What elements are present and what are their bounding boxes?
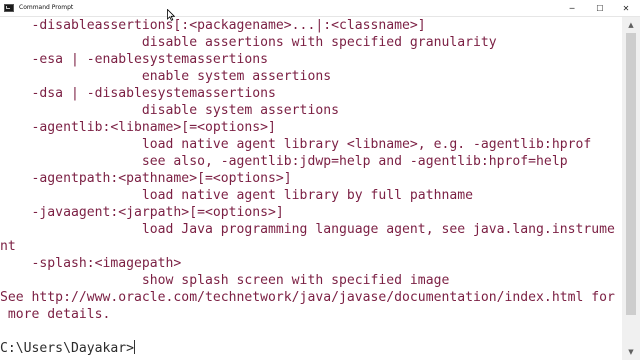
console-line: show splash screen with specified image <box>0 273 450 288</box>
scroll-down-arrow-icon[interactable]: ▼ <box>622 344 640 360</box>
window-title: Command Prompt <box>19 4 74 11</box>
console-line: more details. <box>0 307 111 322</box>
maximize-button[interactable]: ☐ <box>586 0 614 16</box>
console-line: -esa | -enablesystemassertions <box>0 52 269 67</box>
console-line: nt <box>0 239 16 254</box>
console-line: -splash:<imagepath> <box>0 256 182 271</box>
console-line: -agentlib:<libname>[=<options>] <box>0 120 276 135</box>
console-line: -disableassertions[:<packagename>...|:<c… <box>0 18 426 33</box>
console-line: disable system assertions <box>0 103 339 118</box>
vertical-scrollbar[interactable]: ▲ ▼ <box>622 17 640 360</box>
console-line: See http://www.oracle.com/technetwork/ja… <box>0 290 615 305</box>
console-line: load native agent library by full pathna… <box>0 188 473 203</box>
command-prompt-icon[interactable] <box>4 4 14 12</box>
close-button[interactable]: ✕ <box>612 0 640 16</box>
minimize-button[interactable]: ─ <box>558 0 586 16</box>
console-line: -javaagent:<jarpath>[=<options>] <box>0 205 284 220</box>
console-line: disable assertions with specified granul… <box>0 35 497 50</box>
text-cursor <box>134 340 136 354</box>
console-line: see also, -agentlib:jdwp=help and -agent… <box>0 154 568 169</box>
console-line: load native agent library <libname>, e.g… <box>0 137 592 152</box>
console-line: load Java programming language agent, se… <box>0 222 615 237</box>
scrollbar-thumb[interactable] <box>626 33 636 315</box>
command-prompt-line[interactable]: C:\Users\Dayakar> <box>0 340 136 357</box>
prompt-text: C:\Users\Dayakar> <box>0 341 135 356</box>
scroll-up-arrow-icon[interactable]: ▲ <box>622 17 640 33</box>
console-line: -dsa | -disablesystemassertions <box>0 86 276 101</box>
title-bar[interactable]: Command Prompt ─ ☐ ✕ <box>0 0 640 17</box>
console-line: -agentpath:<pathname>[=<options>] <box>0 171 292 186</box>
console-output[interactable]: -disableassertions[:<packagename>...|:<c… <box>0 17 622 360</box>
command-prompt-window: Command Prompt ─ ☐ ✕ -disableassertions[… <box>0 0 640 360</box>
console-line: enable system assertions <box>0 69 332 84</box>
